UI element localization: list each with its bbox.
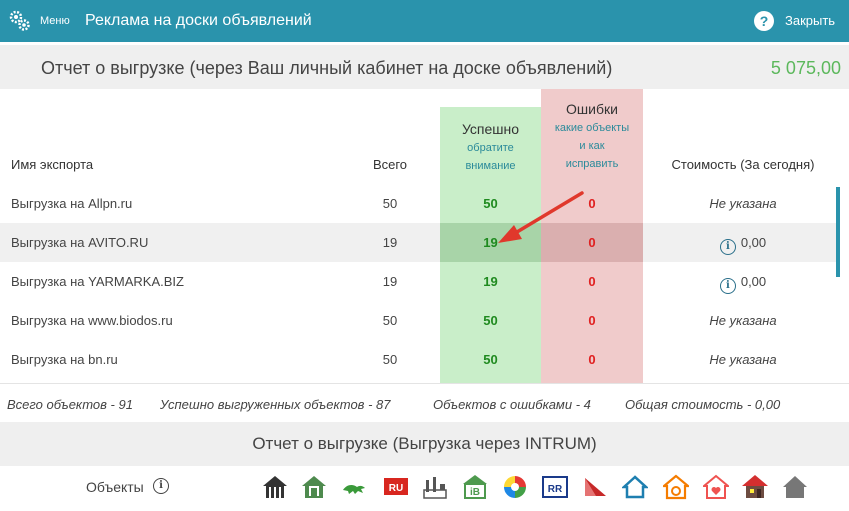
row-2-cost-wrap: i 0,00 [643, 235, 843, 255]
rr-badge-text: RR [548, 484, 563, 495]
row-5-success[interactable]: 50 [440, 352, 541, 367]
site-icon-ib[interactable]: iB [462, 474, 488, 500]
row-4-name[interactable]: Выгрузка на www.biodos.ru [11, 313, 173, 328]
top-bar: Меню Реклама на доски объявлений ? Закры… [0, 0, 849, 42]
help-icon[interactable]: ? [754, 11, 774, 31]
row-2-cost: 0,00 [740, 235, 767, 250]
header-export-name: Имя экспорта [11, 157, 94, 172]
row-4-errors[interactable]: 0 [541, 313, 643, 328]
site-icon-red-triangle[interactable] [582, 474, 608, 500]
intrum-report-header: Отчет о выгрузке (Выгрузка через INTRUM) [0, 422, 849, 466]
menu-button[interactable]: Меню [40, 15, 70, 27]
row-1-cost: Не указана [709, 196, 777, 211]
scrollbar[interactable] [836, 187, 840, 277]
site-icon-house-dark[interactable] [262, 474, 288, 500]
row-3-cost-wrap: i 0,00 [643, 274, 843, 294]
report-header: Отчет о выгрузке (через Ваш личный кабин… [0, 45, 849, 89]
summary-cost: Общая стоимость - 0,00 [625, 397, 781, 412]
row-3-errors[interactable]: 0 [541, 274, 643, 289]
header-cost: Стоимость (За сегодня) [671, 157, 815, 172]
summary-success: Успешно выгруженных объектов - 87 [160, 397, 391, 412]
row-3-cost: 0,00 [740, 274, 767, 289]
gears-icon[interactable] [8, 9, 32, 33]
site-icon-house-heart[interactable] [703, 474, 729, 500]
report-title: Отчет о выгрузке (через Ваш личный кабин… [41, 58, 613, 78]
row-2-name[interactable]: Выгрузка на AVITO.RU [11, 235, 148, 250]
annotation-arrow-icon [498, 191, 584, 243]
row-2-total: 19 [382, 235, 398, 250]
summary-total: Всего объектов - 91 [7, 397, 133, 412]
site-icon-house-gray[interactable] [782, 474, 808, 500]
close-button[interactable]: Закрыть [785, 13, 835, 28]
ru-badge-text: RU [389, 483, 403, 494]
summary-bar: Всего объектов - 91 Успешно выгруженных … [0, 383, 849, 422]
site-icon-lizard[interactable] [341, 474, 367, 500]
site-icon-house-outline-blue[interactable] [622, 474, 648, 500]
site-icon-house-green[interactable] [301, 474, 327, 500]
row-5-cost: Не указана [709, 352, 777, 367]
header-success: Успешно [461, 121, 520, 137]
objects-info-icon[interactable]: i [153, 478, 169, 494]
row-1-name[interactable]: Выгрузка на Allpn.ru [11, 196, 132, 211]
row-4-cost: Не указана [709, 313, 777, 328]
summary-errors: Объектов с ошибками - 4 [433, 397, 591, 412]
page-title: Реклама на доски объявлений [85, 12, 312, 29]
header-errors: Ошибки [566, 101, 618, 117]
header-errors-link[interactable]: какие объекты и как исправить [541, 119, 643, 173]
row-5-errors[interactable]: 0 [541, 352, 643, 367]
site-icon-pinwheel[interactable] [502, 474, 528, 500]
site-icon-house-red-roof[interactable] [742, 474, 768, 500]
info-icon[interactable]: i [719, 278, 736, 294]
report-total: 5 075,00 [770, 58, 841, 78]
site-icon-ru-badge[interactable]: RU [383, 474, 409, 500]
row-5-name[interactable]: Выгрузка на bn.ru [11, 352, 118, 367]
row-1-total: 50 [382, 196, 398, 211]
header-total: Всего [372, 157, 408, 172]
info-icon[interactable]: i [719, 239, 736, 255]
intrum-report-title: Отчет о выгрузке (Выгрузка через INTRUM) [252, 434, 597, 453]
row-3-total: 19 [382, 274, 398, 289]
objects-label: Объекты [86, 479, 144, 495]
row-3-name[interactable]: Выгрузка на YARMARKA.BIZ [11, 274, 184, 289]
ib-badge-text: iB [470, 487, 480, 498]
row-5-total: 50 [382, 352, 398, 367]
row-4-total: 50 [382, 313, 398, 328]
site-icon-rr[interactable]: RR [542, 474, 568, 500]
site-icon-factory[interactable] [422, 474, 448, 500]
row-4-success[interactable]: 50 [440, 313, 541, 328]
site-icon-at-house[interactable] [663, 474, 689, 500]
row-3-success[interactable]: 19 [440, 274, 541, 289]
header-success-link[interactable]: обратите внимание [440, 139, 541, 175]
